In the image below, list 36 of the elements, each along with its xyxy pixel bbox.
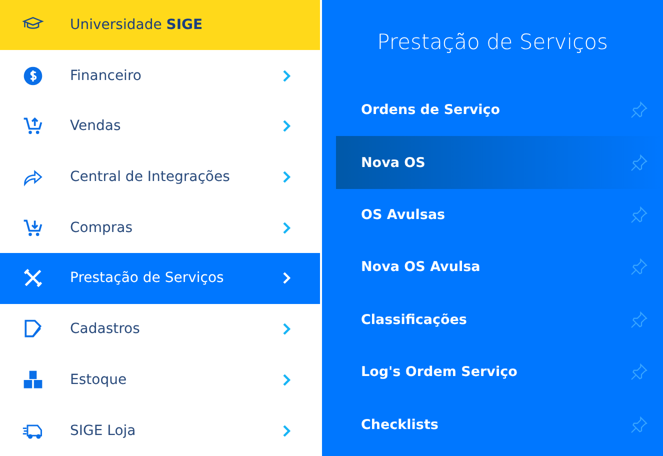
submenu-item[interactable]: OS Avulsas	[336, 188, 663, 242]
menu-item[interactable]: Estoque	[0, 354, 320, 406]
chevron-icon	[282, 170, 292, 184]
chevron-icon	[282, 424, 292, 438]
submenu-item[interactable]: Classificações	[336, 294, 663, 346]
chevron-icon	[282, 372, 292, 387]
pin-icon[interactable]	[629, 100, 649, 120]
menu-item[interactable]: Prestação de Serviços	[0, 253, 320, 304]
submenu-item[interactable]: Checklists	[336, 398, 663, 451]
submenu-item[interactable]: Ordens de Serviço	[336, 84, 663, 136]
chevron-icon	[282, 322, 292, 336]
document-pen-icon	[22, 318, 44, 340]
pin-icon[interactable]	[629, 204, 649, 225]
submenu-title: Prestação de Serviços	[376, 29, 609, 56]
pin-icon[interactable]	[629, 362, 649, 382]
pin-icon[interactable]	[629, 310, 649, 330]
header-bar[interactable]: Universidade SIGE	[0, 0, 320, 50]
submenu-item[interactable]: Log's Ordem Serviço	[336, 346, 663, 398]
menu-item[interactable]: Central de Integrações	[0, 152, 320, 202]
chevron-icon	[282, 220, 292, 235]
menu-item[interactable]: Vendas	[0, 101, 320, 152]
tools-icon	[22, 267, 44, 290]
pin-icon[interactable]	[629, 414, 649, 435]
submenu-item[interactable]: Nova OS Avulsa	[336, 241, 663, 294]
boxes-icon	[22, 368, 44, 391]
chevron-icon	[282, 119, 292, 134]
menu-item[interactable]: Financeiro	[0, 50, 320, 102]
pin-icon[interactable]	[629, 152, 649, 173]
menu-item[interactable]: Cadastros	[0, 304, 320, 355]
chevron-icon	[282, 68, 292, 83]
menu-item[interactable]: SIGE Loja	[0, 405, 320, 456]
pin-icon[interactable]	[629, 257, 649, 278]
header-label: Universidade SIGE	[70, 17, 203, 34]
chevron-icon	[282, 271, 292, 286]
menu-item[interactable]: Compras	[0, 202, 320, 254]
dollar-icon	[22, 64, 44, 87]
